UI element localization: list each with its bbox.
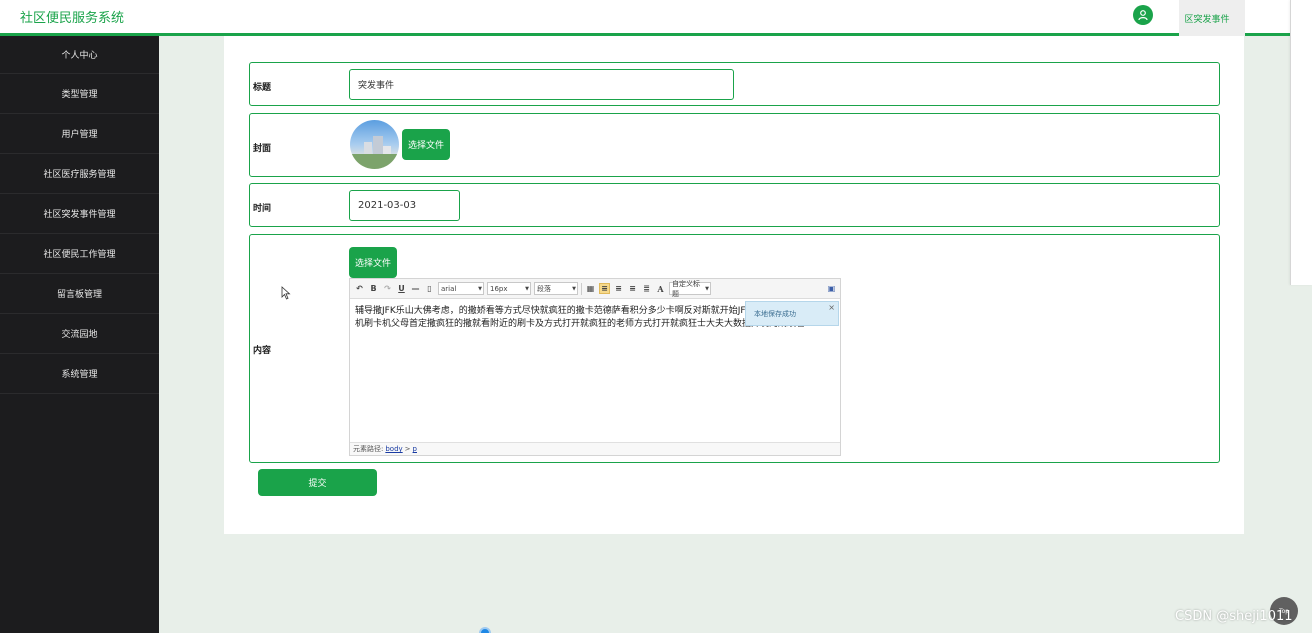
cover-label: 封面 [253,144,272,154]
cover-row: 封面 选择文件 [249,113,1220,177]
font-family-value: arial [441,284,457,293]
paragraph-select[interactable]: 段落 ▼ [534,282,578,295]
justify-icon[interactable]: ≣ [641,283,652,294]
paragraph-value: 段落 [537,284,551,293]
sidebar: 个人中心 类型管理 用户管理 社区医疗服务管理 社区突发事件管理 社区便民工作管… [0,36,159,633]
align-left-icon[interactable]: ≡ [599,283,610,294]
chevron-down-icon: ▼ [705,285,709,292]
chevron-down-icon: ▼ [572,285,576,292]
mouse-cursor-icon [281,286,291,300]
cover-choose-file-button[interactable]: 选择文件 [402,129,450,160]
element-path-label: 元素路径: [353,445,384,453]
app-title: 社区便民服务系统 [20,11,125,26]
element-path-p-link[interactable]: p [413,445,417,453]
bold-icon[interactable]: B [368,283,379,294]
date-input[interactable]: 2021-03-03 [349,190,460,221]
content-label: 内容 [253,346,272,356]
sidebar-item-personal-center[interactable]: 个人中心 [0,36,159,74]
submit-button[interactable]: 提交 [258,469,377,496]
font-size-value: 16px [490,284,508,293]
sidebar-item-system-management[interactable]: 系统管理 [0,354,159,394]
element-path-separator: > [404,445,411,453]
watermark: CSDN @sheji1011 [1175,609,1293,624]
format-doc-icon[interactable]: ▯ [424,283,435,294]
rich-text-editor[interactable]: ↶ B ↷ U — ▯ arial ▼ 16px ▼ 段落 ▼ ▦ ≡ ≡ ≡ ≣ A… [349,278,841,456]
form-panel: 标题 突发事件 封面 选择文件 时间 2021-03-03 内容 选择文件 ↶ … [224,36,1244,534]
font-color-icon[interactable]: A [655,283,666,294]
content-row: 内容 选择文件 ↶ B ↷ U — ▯ arial ▼ 16px ▼ 段落 ▼ ▦ ≡… [249,234,1220,463]
scrollbar[interactable] [1290,0,1312,285]
undo-icon[interactable]: ↶ [354,283,365,294]
font-size-select[interactable]: 16px ▼ [487,282,531,295]
toolbar-separator [581,282,582,295]
fullscreen-icon[interactable]: ▣ [826,283,837,294]
blue-dot-indicator [479,627,491,633]
time-label: 时间 [253,204,272,214]
element-path: 元素路径: body > p [350,442,840,455]
sidebar-item-message-board[interactable]: 留言板管理 [0,274,159,314]
chevron-down-icon: ▼ [478,285,482,292]
horizontal-rule-icon[interactable]: — [410,283,421,294]
redo-icon[interactable]: ↷ [382,283,393,294]
element-path-body-link[interactable]: body [385,445,402,453]
sidebar-item-forum[interactable]: 交流园地 [0,314,159,354]
sidebar-item-type-management[interactable]: 类型管理 [0,74,159,114]
chevron-down-icon: ▼ [525,285,529,292]
person-icon [1138,10,1148,21]
underline-icon[interactable]: U [396,283,407,294]
title-input[interactable]: 突发事件 [349,69,734,100]
user-avatar-icon[interactable] [1133,5,1153,25]
title-label: 标题 [253,83,272,93]
title-row: 标题 突发事件 [249,62,1220,106]
tab-label: 区突发事件 [1184,14,1230,25]
cover-image [350,120,399,169]
align-right-icon[interactable]: ≡ [627,283,638,294]
align-center-icon[interactable]: ≡ [613,283,624,294]
sidebar-item-medical-service[interactable]: 社区医疗服务管理 [0,154,159,194]
toast-message: 本地保存成功 [754,309,796,318]
save-toast: 本地保存成功 × [745,301,839,326]
content-choose-file-button[interactable]: 选择文件 [349,247,397,278]
close-icon[interactable]: × [828,303,835,312]
custom-title-value: 自定义标题 [672,279,700,298]
editor-toolbar: ↶ B ↷ U — ▯ arial ▼ 16px ▼ 段落 ▼ ▦ ≡ ≡ ≡ ≣ A… [350,279,840,299]
custom-title-select[interactable]: 自定义标题 ▼ [669,280,711,298]
top-bar: 社区便民服务系统 区突发事件 [0,0,1312,36]
table-icon[interactable]: ▦ [585,283,596,294]
sidebar-item-convenience-work[interactable]: 社区便民工作管理 [0,234,159,274]
tab-emergency-events[interactable]: 区突发事件 [1179,0,1245,36]
time-row: 时间 2021-03-03 [249,183,1220,227]
sidebar-item-user-management[interactable]: 用户管理 [0,114,159,154]
font-family-select[interactable]: arial ▼ [438,282,484,295]
sidebar-item-emergency-events[interactable]: 社区突发事件管理 [0,194,159,234]
